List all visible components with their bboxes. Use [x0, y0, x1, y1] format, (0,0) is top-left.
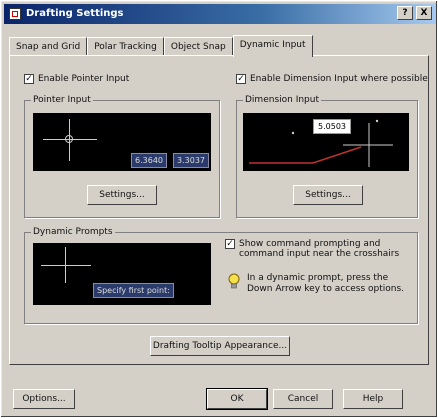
options-button[interactable]: Options... [13, 389, 75, 409]
enable-pointer-input-label: Enable Pointer Input [38, 74, 130, 84]
close-button[interactable]: X [416, 6, 432, 20]
dynamic-prompts-group-label: Dynamic Prompts [31, 227, 115, 237]
dynamic-input-panel: ✓ Enable Pointer Input ✓ Enable Dimensio… [9, 55, 429, 365]
enable-dimension-input-label: Enable Dimension Input where possible [250, 74, 428, 84]
app-icon [9, 8, 21, 20]
pointer-settings-button[interactable]: Settings... [87, 185, 157, 205]
dimension-input-group: Dimension Input 5.0503 Settings... [236, 95, 418, 218]
crosshair-vertical [65, 247, 66, 283]
prompt-tooltip: Specify first point: [93, 283, 174, 298]
dynamic-prompt-hint: In a dynamic prompt, press the Down Arro… [247, 273, 404, 294]
dimension-input-group-label: Dimension Input [243, 95, 322, 105]
dynamic-prompts-group: Dynamic Prompts Specify first point: ✓ S… [24, 227, 418, 324]
tab-polar-tracking[interactable]: Polar Tracking [87, 37, 164, 56]
checkmark-icon: ✓ [225, 238, 235, 249]
enable-dimension-input-checkbox[interactable]: ✓ Enable Dimension Input where possible [236, 74, 428, 84]
crosshair-icon [41, 265, 91, 266]
title-bar: Drafting Settings ? X [4, 4, 436, 24]
pointer-input-preview: 6.3640 3.3037 [33, 113, 211, 171]
drafting-settings-dialog: Drafting Settings ? X Snap and Grid Pola… [0, 0, 438, 418]
checkmark-icon: ✓ [236, 73, 246, 84]
tab-dynamic-input[interactable]: Dynamic Input [232, 35, 313, 57]
ok-button[interactable]: OK [207, 389, 267, 409]
dimension-line-icon [249, 119, 393, 167]
tab-object-snap[interactable]: Object Snap [163, 37, 233, 56]
help-titlebar-button[interactable]: ? [397, 6, 413, 20]
help-button[interactable]: Help [343, 389, 403, 409]
lightbulb-icon [227, 273, 241, 291]
checkmark-icon: ✓ [24, 73, 34, 84]
cursor-circle-icon [65, 135, 73, 143]
tab-snap-and-grid[interactable]: Snap and Grid [9, 37, 88, 56]
tab-strip: Snap and Grid Polar Tracking Object Snap… [9, 35, 313, 57]
dimension-settings-button[interactable]: Settings... [293, 185, 363, 205]
tooltip-appearance-button[interactable]: Drafting Tooltip Appearance... [150, 336, 290, 356]
show-command-prompting-checkbox[interactable]: ✓ Show command prompting and command inp… [225, 239, 405, 259]
pointer-input-group: Pointer Input 6.3640 3.3037 Settings... [24, 95, 220, 218]
coord-y-tooltip: 3.3037 [173, 153, 209, 168]
enable-pointer-input-checkbox[interactable]: ✓ Enable Pointer Input [24, 74, 129, 84]
cancel-button[interactable]: Cancel [273, 389, 333, 409]
dynamic-prompts-preview: Specify first point: [33, 243, 211, 305]
show-command-prompting-label: Show command prompting and command input… [239, 239, 400, 259]
dimension-input-preview: 5.0503 [243, 113, 409, 171]
window-title: Drafting Settings [26, 8, 124, 19]
pointer-input-group-label: Pointer Input [31, 95, 93, 105]
coord-x-tooltip: 6.3640 [131, 153, 167, 168]
